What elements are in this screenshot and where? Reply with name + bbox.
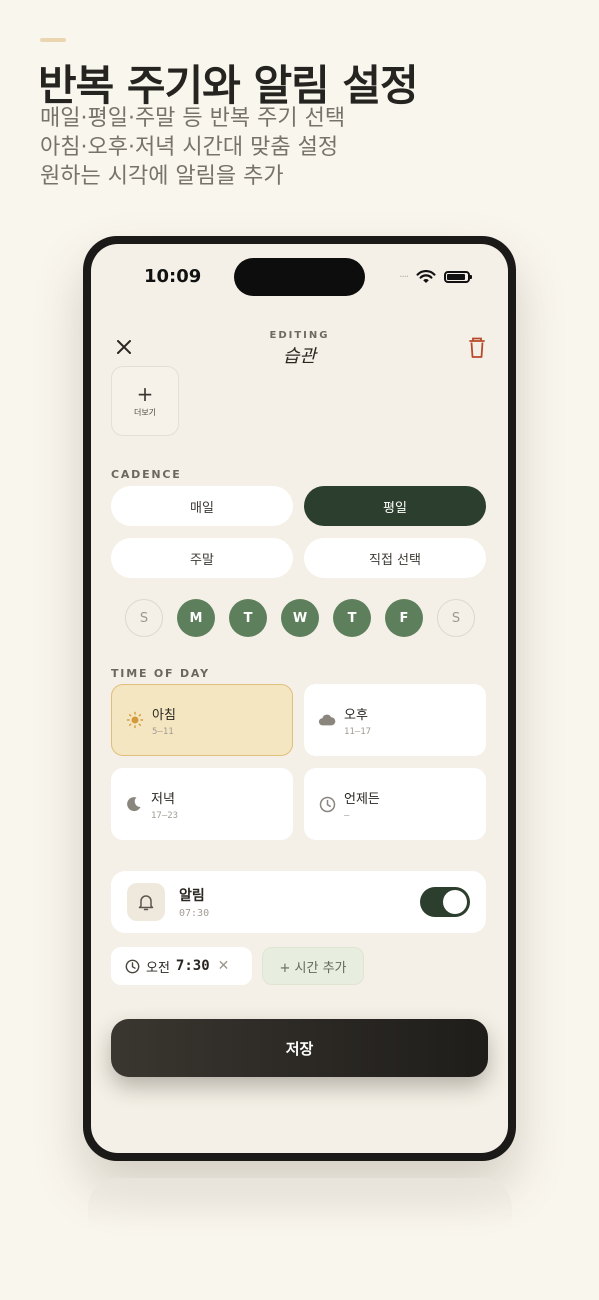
alarm-meridiem: 오전 <box>146 960 170 976</box>
accent-bar <box>40 38 66 42</box>
day-toggle-sun[interactable]: S <box>125 599 163 637</box>
dynamic-island <box>234 258 365 296</box>
time-of-day-label: TIME OF DAY <box>111 667 210 680</box>
alarm-title: 알림 <box>179 888 205 904</box>
promo-subtitles: 매일·평일·주말 등 반복 주기 선택 아침·오후·저녁 시간대 맞춤 설정 원… <box>40 104 345 191</box>
tod-range: 5–11 <box>152 726 174 737</box>
day-toggle-sat[interactable]: S <box>437 599 475 637</box>
wifi-icon <box>416 270 436 283</box>
phone-screen: 10:09 ···· EDITING 습관 + 더보기 CADENCE 매일 평… <box>91 244 508 1153</box>
save-button[interactable]: 저장 <box>111 1019 488 1077</box>
clock-icon <box>125 959 140 973</box>
tod-name: 언제든 <box>344 791 380 807</box>
tod-option-anytime[interactable]: 언제든 – <box>304 768 486 840</box>
signal-icon: ···· <box>399 271 409 283</box>
add-time-button[interactable]: + 시간 추가 <box>262 947 364 985</box>
nav-header: EDITING 습관 <box>91 330 508 368</box>
sun-icon <box>126 711 144 729</box>
trash-icon <box>469 337 485 358</box>
more-label: 더보기 <box>133 407 157 417</box>
tod-range: 17–23 <box>151 810 179 821</box>
cadence-option-weekdays[interactable]: 평일 <box>304 486 486 526</box>
battery-icon <box>444 271 472 283</box>
status-time: 10:09 <box>144 266 202 287</box>
day-toggle-thu[interactable]: T <box>333 599 371 637</box>
promo-subtitle: 원하는 시각에 알림을 추가 <box>40 164 284 189</box>
alarm-toggle[interactable] <box>420 887 470 917</box>
tod-range: 11–17 <box>344 726 372 737</box>
phone-frame: 10:09 ···· EDITING 습관 + 더보기 CADENCE 매일 평… <box>83 236 516 1161</box>
nav-title: 습관 <box>282 346 317 367</box>
remove-time-icon[interactable]: ✕ <box>218 958 230 974</box>
tod-range: – <box>344 810 350 821</box>
cadence-option-daily[interactable]: 매일 <box>111 486 293 526</box>
alarm-chip-time: 7:30 <box>175 958 210 974</box>
phone-reflection <box>88 1178 512 1228</box>
bell-icon <box>127 883 165 921</box>
day-toggle-tue[interactable]: T <box>229 599 267 637</box>
tod-name: 저녁 <box>151 791 175 807</box>
promo-subtitle: 아침·오후·저녁 시간대 맞춤 설정 <box>40 135 339 160</box>
tod-name: 아침 <box>152 707 176 723</box>
tod-option-morning[interactable]: 아침 5–11 <box>111 684 293 756</box>
tod-name: 오후 <box>344 707 368 723</box>
tod-option-evening[interactable]: 저녁 17–23 <box>111 768 293 840</box>
alarm-time-chip[interactable]: 오전 7:30 ✕ <box>111 947 252 985</box>
clock-icon <box>318 795 336 813</box>
delete-button[interactable] <box>466 336 488 360</box>
nav-eyebrow: EDITING <box>269 330 330 341</box>
more-tile[interactable]: + 더보기 <box>111 366 179 436</box>
day-toggle-mon[interactable]: M <box>177 599 215 637</box>
status-icons: ···· <box>399 270 472 284</box>
cadence-label: CADENCE <box>111 468 182 481</box>
promo-subtitle: 매일·평일·주말 등 반복 주기 선택 <box>40 106 346 131</box>
alarm-card: 알림 07:30 <box>111 871 486 933</box>
cloud-icon <box>318 711 336 729</box>
cadence-option-weekends[interactable]: 주말 <box>111 538 293 578</box>
toggle-knob <box>443 890 467 914</box>
cadence-option-custom[interactable]: 직접 선택 <box>304 538 486 578</box>
day-toggle-wed[interactable]: W <box>281 599 319 637</box>
day-toggle-fri[interactable]: F <box>385 599 423 637</box>
tod-option-afternoon[interactable]: 오후 11–17 <box>304 684 486 756</box>
moon-icon <box>125 795 143 813</box>
alarm-time: 07:30 <box>179 908 210 919</box>
plus-icon: + <box>136 381 154 406</box>
